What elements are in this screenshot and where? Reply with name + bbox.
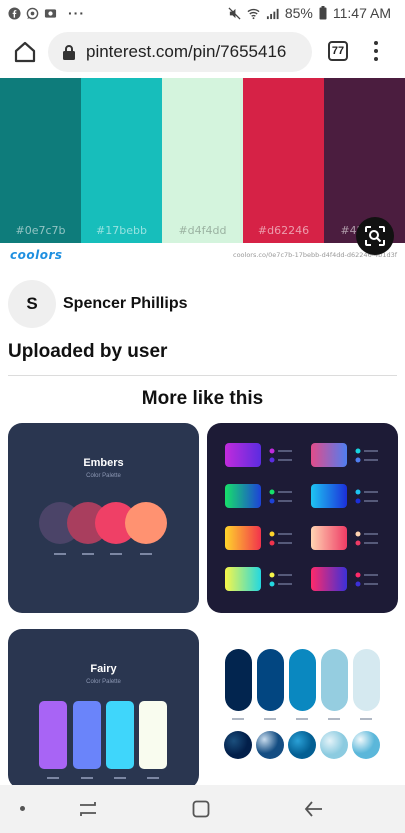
pin-author[interactable]: S Spencer Phillips <box>8 280 187 328</box>
related-pin-card[interactable] <box>207 423 398 613</box>
palette-swatch: #17bebb <box>81 78 162 243</box>
home-nav-button[interactable] <box>192 800 210 818</box>
tab-switcher-button[interactable]: 77 <box>328 41 348 61</box>
related-pin-card[interactable]: Fairy Color Palette <box>8 629 199 789</box>
related-pin-card[interactable] <box>207 629 398 789</box>
blue-palette-graphic <box>224 649 380 759</box>
wifi-icon <box>247 8 260 19</box>
screen: ··· 85% 11:47 AM pinterest.com/pin/76554… <box>0 0 405 833</box>
nav-dot-icon <box>20 806 25 811</box>
palette-swatch: #4b1d3f <box>324 78 405 243</box>
gallery-icon <box>44 8 57 18</box>
more-notifications-icon: ··· <box>68 5 85 21</box>
home-icon <box>14 41 36 63</box>
gradient-palette-graphic <box>225 443 378 591</box>
browser-menu-button[interactable] <box>368 39 384 63</box>
fairy-palette-graphic <box>39 701 167 779</box>
clock: 11:47 AM <box>332 5 391 21</box>
more-like-this-heading: More like this <box>141 388 264 409</box>
lock-icon <box>63 45 75 60</box>
divider <box>8 375 397 376</box>
swatch-hex: #0e7c7b <box>15 224 66 237</box>
facebook-icon <box>8 6 21 20</box>
home-button[interactable] <box>10 38 40 66</box>
palette-swatches: #0e7c7b #17bebb #d4f4dd #d62246 #4b1d3f <box>0 78 405 243</box>
battery-percent: 85% <box>284 5 313 21</box>
swatch-hex: #17bebb <box>96 224 147 237</box>
url-text: pinterest.com/pin/7655416 <box>86 42 287 61</box>
lens-search-icon <box>365 226 385 246</box>
pin-image[interactable]: #0e7c7b #17bebb #d4f4dd #d62246 #4b1d3f … <box>0 78 405 268</box>
system-navigation-bar <box>0 785 405 833</box>
swatch-hex: #d4f4dd <box>178 224 227 237</box>
avatar[interactable]: S <box>8 280 56 328</box>
address-bar[interactable]: pinterest.com/pin/7655416 <box>48 32 312 72</box>
palette-footer: coolors coolors.co/0e7c7b-17bebb-d4f4dd-… <box>0 243 405 268</box>
system-icons: 85% 11:47 AM <box>228 5 391 21</box>
author-name[interactable]: Spencer Phillips <box>63 295 187 313</box>
status-bar: ··· 85% 11:47 AM <box>0 0 405 26</box>
browser-toolbar: pinterest.com/pin/7655416 77 <box>0 26 405 78</box>
menu-dot <box>374 57 378 61</box>
whatsapp-icon <box>26 7 39 19</box>
menu-dot <box>374 49 378 53</box>
battery-icon <box>319 6 327 20</box>
recent-apps-button[interactable] <box>78 800 98 818</box>
mute-icon <box>228 6 241 20</box>
palette-swatch: #0e7c7b <box>0 78 81 243</box>
menu-dot <box>374 41 378 45</box>
related-pin-card[interactable]: Embers Color Palette <box>8 423 199 613</box>
swatch-hex: #d62246 <box>257 224 310 237</box>
visual-search-button[interactable] <box>356 217 394 255</box>
coolors-logo: coolors <box>10 248 63 262</box>
notification-icons: ··· <box>8 5 85 21</box>
back-button[interactable] <box>304 800 324 818</box>
palette-swatch: #d62246 <box>243 78 324 243</box>
signal-icon <box>266 8 279 19</box>
uploaded-by-label: Uploaded by user <box>8 341 168 362</box>
palette-swatch: #d4f4dd <box>162 78 243 243</box>
embers-palette-graphic <box>39 502 167 555</box>
